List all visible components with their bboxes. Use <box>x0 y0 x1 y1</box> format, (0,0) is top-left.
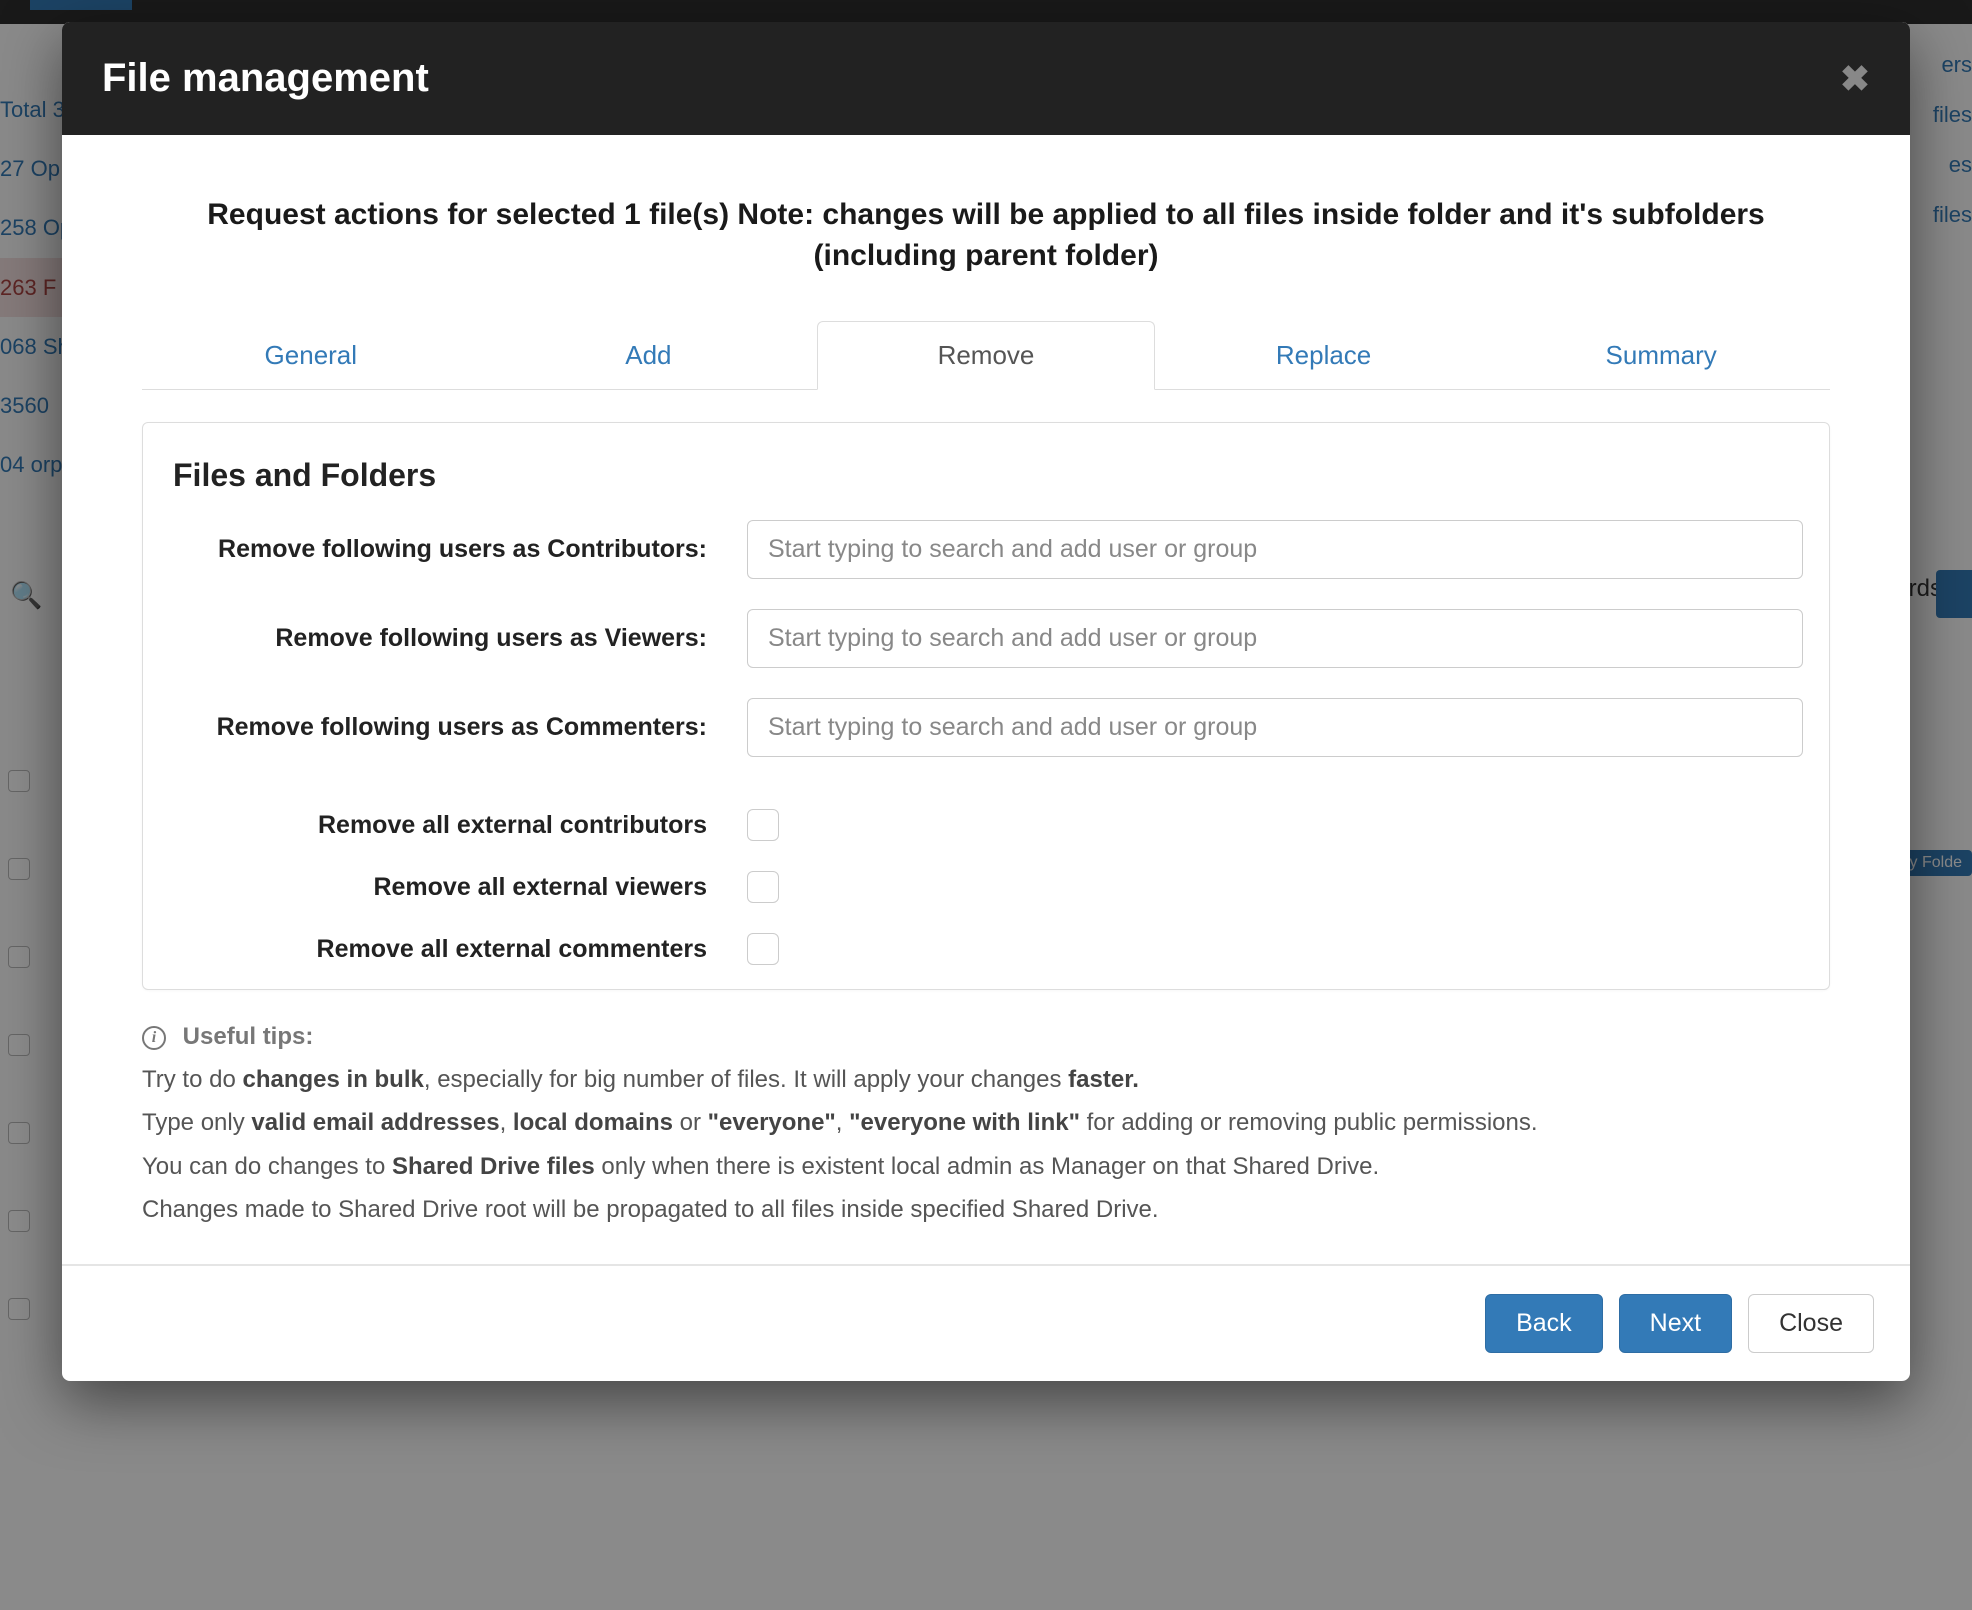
tip-text: Try to do <box>142 1066 242 1093</box>
tip-strong: local domains <box>513 1109 673 1136</box>
row-remove-contributors: Remove following users as Contributors: <box>157 520 1815 579</box>
row-ext-commenters: Remove all external commenters <box>157 933 1815 965</box>
tab-summary[interactable]: Summary <box>1492 321 1830 390</box>
tab-general[interactable]: General <box>142 321 480 390</box>
checkbox-ext-commenters[interactable] <box>747 933 779 965</box>
panel-heading: Files and Folders <box>157 457 1815 520</box>
modal-tabstrip: General Add Remove Replace Summary <box>142 320 1830 390</box>
tip-strong: "everyone" <box>708 1109 836 1136</box>
tab-replace[interactable]: Replace <box>1155 321 1493 390</box>
checkbox-ext-viewers[interactable] <box>747 871 779 903</box>
modal-footer: Back Next Close <box>62 1265 1910 1381</box>
tip-text: , <box>836 1109 849 1136</box>
checkbox-ext-contributors[interactable] <box>747 809 779 841</box>
tips-heading: i Useful tips: <box>142 1018 1830 1055</box>
row-remove-commenters: Remove following users as Commenters: <box>157 698 1815 757</box>
tip-text: or <box>673 1109 708 1136</box>
tip-strong: faster. <box>1068 1066 1139 1093</box>
tip-line-4: Changes made to Shared Drive root will b… <box>142 1191 1830 1228</box>
tip-strong: valid email addresses <box>251 1109 499 1136</box>
label-ext-commenters: Remove all external commenters <box>157 935 747 964</box>
label-remove-viewers: Remove following users as Viewers: <box>157 624 747 653</box>
tip-text: , <box>500 1109 513 1136</box>
modal-subtitle: Request actions for selected 1 file(s) N… <box>170 195 1802 276</box>
row-ext-contributors: Remove all external contributors <box>157 809 1815 841</box>
modal-header: File management ✖ <box>62 22 1910 135</box>
tip-text: only when there is existent local admin … <box>595 1153 1379 1180</box>
tip-line-3: You can do changes to Shared Drive files… <box>142 1148 1830 1185</box>
label-remove-commenters: Remove following users as Commenters: <box>157 713 747 742</box>
close-icon[interactable]: ✖ <box>1840 58 1870 100</box>
row-remove-viewers: Remove following users as Viewers: <box>157 609 1815 668</box>
tip-line-2: Type only valid email addresses, local d… <box>142 1104 1830 1141</box>
tip-strong: "everyone with link" <box>849 1109 1080 1136</box>
tip-strong: Shared Drive files <box>392 1153 595 1180</box>
label-remove-contributors: Remove following users as Contributors: <box>157 535 747 564</box>
input-remove-viewers[interactable] <box>747 609 1803 668</box>
info-icon: i <box>142 1026 166 1050</box>
tip-line-1: Try to do changes in bulk, especially fo… <box>142 1061 1830 1098</box>
label-ext-viewers: Remove all external viewers <box>157 873 747 902</box>
close-button[interactable]: Close <box>1748 1294 1874 1353</box>
tip-text: for adding or removing public permission… <box>1080 1109 1538 1136</box>
files-folders-panel: Files and Folders Remove following users… <box>142 422 1830 990</box>
back-button[interactable]: Back <box>1485 1294 1603 1353</box>
file-management-modal: File management ✖ Request actions for se… <box>62 22 1910 1381</box>
tab-add[interactable]: Add <box>480 321 818 390</box>
label-ext-contributors: Remove all external contributors <box>157 811 747 840</box>
row-ext-viewers: Remove all external viewers <box>157 871 1815 903</box>
tab-remove[interactable]: Remove <box>817 321 1155 390</box>
tip-text: , especially for big number of files. It… <box>424 1066 1068 1093</box>
modal-title: File management <box>102 56 429 101</box>
tip-text: You can do changes to <box>142 1153 392 1180</box>
input-remove-contributors[interactable] <box>747 520 1803 579</box>
tip-strong: changes in bulk <box>242 1066 423 1093</box>
modal-body: Request actions for selected 1 file(s) N… <box>62 135 1910 1265</box>
input-remove-commenters[interactable] <box>747 698 1803 757</box>
tip-text: Type only <box>142 1109 251 1136</box>
next-button[interactable]: Next <box>1619 1294 1732 1353</box>
tips-heading-text: Useful tips: <box>183 1023 314 1050</box>
useful-tips: i Useful tips: Try to do changes in bulk… <box>142 1018 1830 1228</box>
